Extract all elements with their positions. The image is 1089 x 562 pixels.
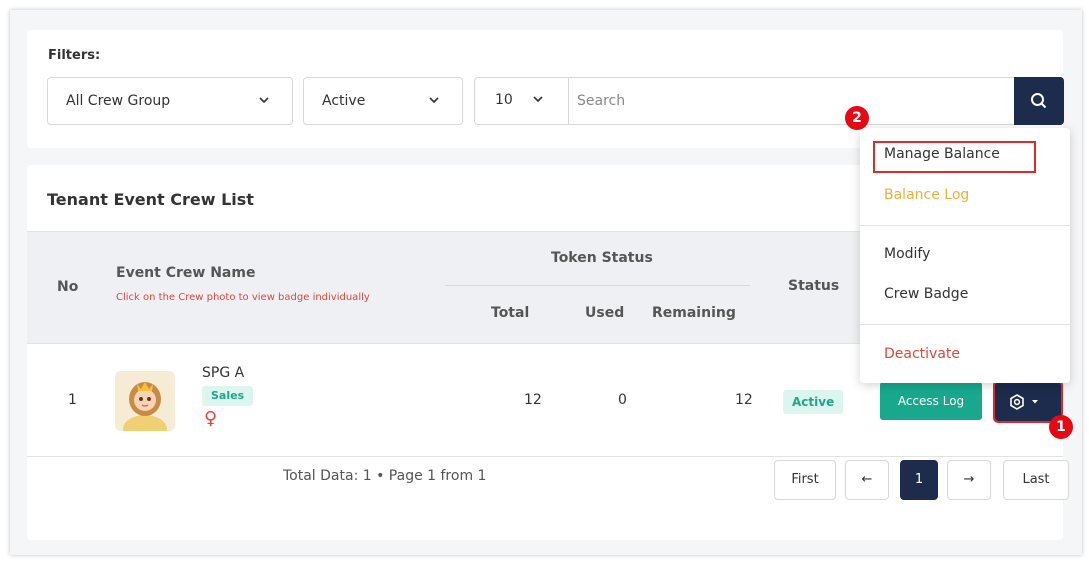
menu-divider — [860, 324, 1070, 325]
token-used: 0 — [618, 392, 627, 408]
list-title: Tenant Event Crew List — [47, 190, 254, 209]
header-name-hint: Click on the Crew photo to view badge in… — [116, 292, 370, 303]
menu-divider — [860, 225, 1070, 226]
status-select[interactable]: Active — [303, 77, 463, 125]
token-remaining: 12 — [735, 392, 753, 408]
pagination-first-button[interactable]: First — [774, 460, 836, 500]
crew-avatar-icon — [115, 371, 175, 431]
step-marker-1: 1 — [1049, 415, 1073, 439]
per-page-value: 10 — [495, 92, 513, 108]
pagination-last-button[interactable]: Last — [1003, 460, 1069, 500]
row-actions-button[interactable] — [993, 380, 1063, 423]
menu-item-balance-log[interactable]: Balance Log — [884, 187, 969, 203]
search-input[interactable] — [577, 86, 997, 116]
crew-group-select[interactable]: All Crew Group — [47, 77, 293, 125]
header-name: Event Crew Name — [116, 265, 256, 281]
search-icon — [1031, 93, 1047, 109]
search-button[interactable] — [1014, 77, 1064, 125]
header-no: No — [57, 279, 79, 295]
menu-item-deactivate[interactable]: Deactivate — [884, 346, 960, 362]
access-log-button[interactable]: Access Log — [880, 382, 982, 420]
crew-group-badge: Sales — [202, 386, 254, 406]
pagination-prev-button[interactable]: ← — [845, 460, 889, 500]
status-badge: Active — [783, 390, 844, 414]
page-frame: Filters: All Crew Group Active 10 Tena — [10, 10, 1082, 555]
header-used: Used — [585, 305, 625, 321]
chevron-down-icon — [259, 97, 269, 104]
pagination-page-button[interactable]: 1 — [900, 460, 938, 500]
header-status: Status — [788, 278, 840, 294]
pagination-next-button[interactable]: → — [947, 460, 991, 500]
header-token-status: Token Status — [551, 250, 653, 266]
crew-group-value: All Crew Group — [66, 93, 171, 109]
chevron-down-icon — [533, 96, 543, 103]
per-page-select[interactable]: 10 — [475, 78, 569, 124]
row-no: 1 — [68, 392, 77, 408]
menu-item-manage-balance[interactable]: Manage Balance — [884, 146, 1000, 162]
search-group: 10 — [474, 77, 1064, 125]
crew-name: SPG A — [202, 365, 245, 381]
menu-item-crew-badge[interactable]: Crew Badge — [884, 286, 968, 302]
token-status-divider — [445, 285, 750, 286]
step-marker-2: 2 — [845, 106, 869, 130]
female-icon: ♀ — [204, 408, 218, 429]
status-value: Active — [322, 93, 366, 109]
pagination-info: Total Data: 1 • Page 1 from 1 — [283, 468, 487, 484]
header-remaining: Remaining — [652, 305, 736, 321]
gear-icon — [1010, 394, 1038, 410]
row-actions-menu: Manage Balance Balance Log Modify Crew B… — [860, 128, 1070, 383]
filters-label: Filters: — [48, 48, 101, 63]
chevron-down-icon — [429, 97, 439, 104]
menu-item-modify[interactable]: Modify — [884, 246, 930, 262]
crew-photo[interactable] — [115, 371, 175, 431]
token-total: 12 — [524, 392, 542, 408]
header-total: Total — [491, 305, 530, 321]
